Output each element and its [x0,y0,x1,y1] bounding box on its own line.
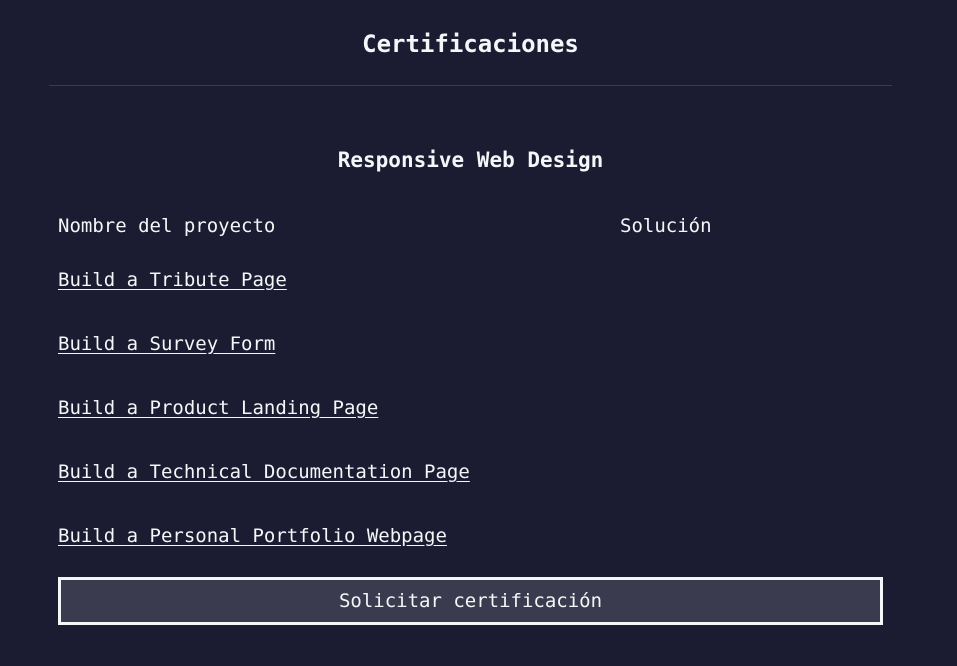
list-item: Build a Tribute Page [58,267,470,331]
list-item: Build a Survey Form [58,331,470,395]
project-link-personal-portfolio-webpage[interactable]: Build a Personal Portfolio Webpage [58,525,447,547]
divider [49,85,892,86]
project-link-tribute-page[interactable]: Build a Tribute Page [58,269,287,291]
project-link-technical-documentation-page[interactable]: Build a Technical Documentation Page [58,461,470,483]
list-item: Build a Product Landing Page [58,395,470,459]
project-list: Build a Tribute Page Build a Survey Form… [58,267,470,587]
list-item: Build a Technical Documentation Page [58,459,470,523]
project-link-survey-form[interactable]: Build a Survey Form [58,333,275,355]
page-title: Certificaciones [362,30,579,58]
claim-certification-button[interactable]: Solicitar certificación [58,577,883,625]
certification-title: Responsive Web Design [337,148,604,172]
column-header-solution: Solución [620,215,712,237]
project-link-product-landing-page[interactable]: Build a Product Landing Page [58,397,378,419]
column-header-project-name: Nombre del proyecto [58,215,276,237]
